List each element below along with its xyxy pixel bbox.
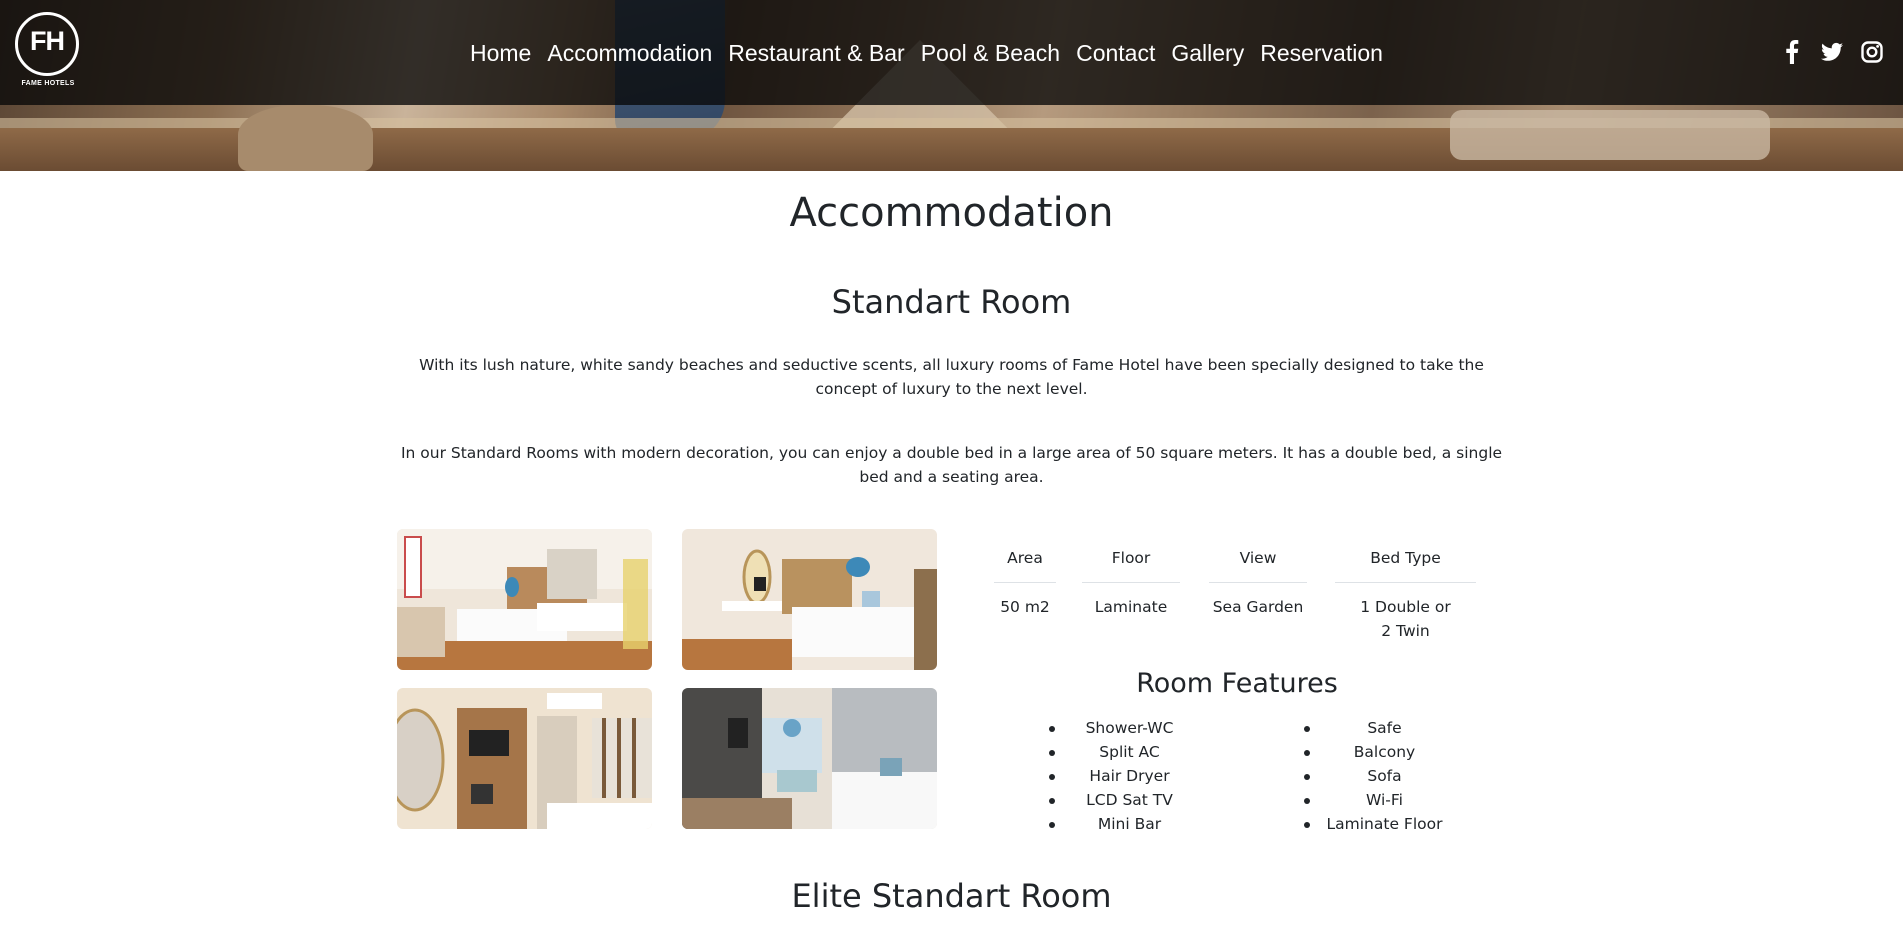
feature-item: Laminate Floor [1277, 812, 1492, 836]
spec-view: View Sea Garden [1209, 546, 1307, 619]
feature-item: Hair Dryer [1022, 764, 1237, 788]
facebook-icon[interactable] [1781, 38, 1803, 66]
spec-view-value: Sea Garden [1212, 598, 1304, 616]
nav-item-reservation[interactable]: Reservation [1252, 36, 1391, 70]
hero-decor-cushion [1450, 110, 1770, 160]
nav-item-home[interactable]: Home [462, 36, 539, 70]
social-links [1781, 38, 1883, 66]
spec-bed-label: Bed Type [1335, 546, 1476, 583]
room-photo-2[interactable] [682, 529, 937, 670]
room-description-1: With its lush nature, white sandy beache… [419, 356, 1484, 398]
nav-item-pool-beach[interactable]: Pool & Beach [913, 36, 1068, 70]
twitter-icon[interactable] [1821, 38, 1843, 66]
instagram-icon[interactable] [1861, 38, 1883, 66]
logo-link[interactable]: FH FAME HOTELS [15, 12, 81, 92]
feature-item: Split AC [1022, 740, 1237, 764]
spec-area-label: Area [994, 546, 1056, 583]
room-features-left: Shower-WC Split AC Hair Dryer LCD Sat TV… [1022, 716, 1237, 836]
spec-bed-type: Bed Type 1 Double or 2 Twin [1335, 546, 1476, 643]
room-description-2: In our Standard Rooms with modern decora… [400, 444, 1503, 486]
feature-item: Safe [1277, 716, 1492, 740]
spec-bed-value-1: 1 Double or [1360, 598, 1451, 616]
spec-view-label: View [1209, 546, 1307, 583]
nav-item-restaurant-bar[interactable]: Restaurant & Bar [720, 36, 912, 70]
nav-item-contact[interactable]: Contact [1068, 36, 1163, 70]
room-features-right: Safe Balcony Sofa Wi-Fi Laminate Floor [1277, 716, 1492, 836]
feature-item: LCD Sat TV [1022, 788, 1237, 812]
room-photo-1[interactable] [397, 529, 652, 670]
nav-item-accommodation[interactable]: Accommodation [539, 36, 720, 70]
next-room-title: Elite Standart Room [791, 877, 1112, 915]
feature-item: Wi-Fi [1277, 788, 1492, 812]
room-photo-3[interactable] [397, 688, 652, 829]
spec-area: Area 50 m2 [994, 546, 1056, 619]
logo-mark: FH [30, 26, 65, 56]
main-nav: Home Accommodation Restaurant & Bar Pool… [462, 36, 1391, 70]
hero-banner [0, 0, 1903, 171]
feature-item: Sofa [1277, 764, 1492, 788]
spec-area-value: 50 m2 [1000, 598, 1050, 616]
page-title: Accommodation [789, 190, 1114, 236]
nav-item-gallery[interactable]: Gallery [1163, 36, 1252, 70]
room-features-title: Room Features [1136, 668, 1338, 699]
spec-bed-value-2: 2 Twin [1381, 622, 1430, 640]
logo-text: FAME HOTELS [21, 80, 75, 87]
feature-item: Mini Bar [1022, 812, 1237, 836]
room-title: Standart Room [831, 283, 1072, 321]
room-photo-4[interactable] [682, 688, 937, 829]
feature-item: Shower-WC [1022, 716, 1237, 740]
hero-decor-basket [238, 105, 373, 171]
spec-floor-label: Floor [1082, 546, 1180, 583]
feature-item: Balcony [1277, 740, 1492, 764]
spec-floor-value: Laminate [1094, 598, 1168, 616]
spec-floor: Floor Laminate [1082, 546, 1180, 619]
